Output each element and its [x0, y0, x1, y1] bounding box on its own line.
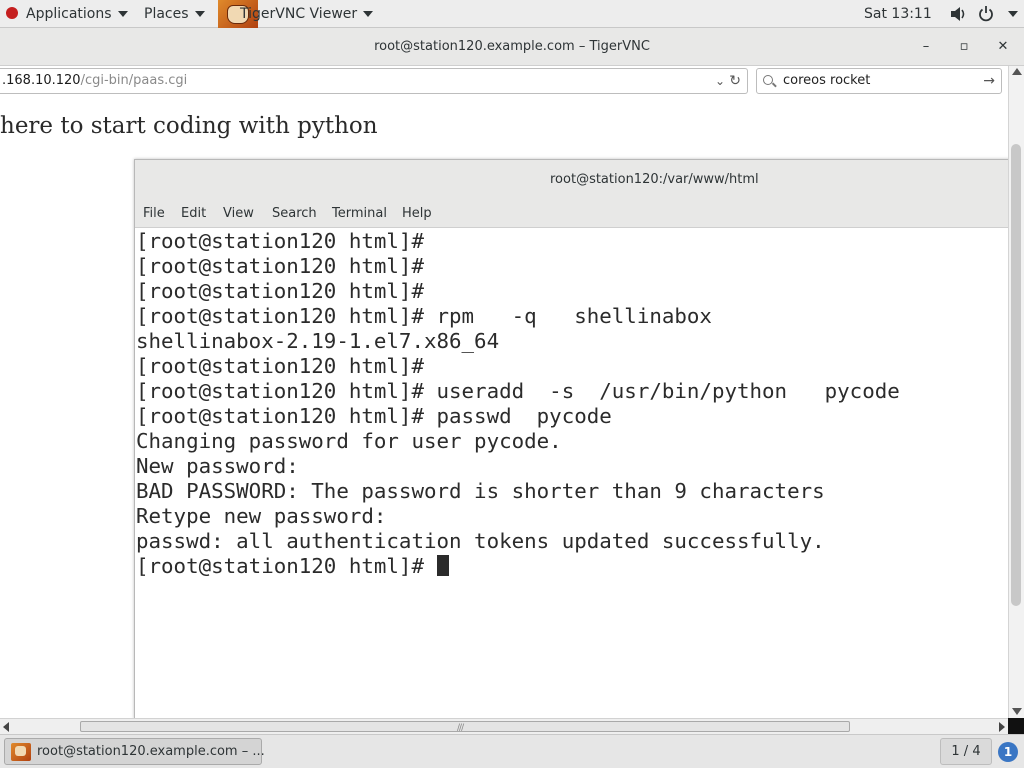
maximize-button[interactable]: ▫ [952, 28, 976, 66]
scroll-right-arrow-icon[interactable] [999, 722, 1005, 732]
chevron-down-icon[interactable]: ⌄ [715, 69, 725, 93]
url-path: /cgi-bin/paas.cgi [80, 73, 188, 88]
terminal-prompt: [root@station120 html]# [136, 554, 437, 578]
fedora-logo-icon [6, 7, 18, 19]
vertical-scrollbar[interactable] [1008, 66, 1024, 718]
tigervnc-icon [11, 743, 31, 761]
url-bar[interactable]: .168.10.120/cgi-bin/paas.cgi ⌄ ↻ [0, 68, 748, 94]
terminal-title: root@station120:/var/www/html [550, 172, 759, 187]
terminal-line: passwd: all authentication tokens update… [136, 529, 825, 553]
notification-icon[interactable]: 1 [998, 742, 1018, 762]
places-menu[interactable]: Places [144, 0, 205, 28]
terminal-output[interactable]: [root@station120 html]# [root@station120… [136, 229, 1013, 718]
search-input[interactable]: coreos rocket → [756, 68, 1002, 94]
applications-menu[interactable]: Applications [6, 0, 128, 28]
search-value: coreos rocket [783, 73, 871, 88]
menu-search[interactable]: Search [272, 200, 317, 228]
terminal-line: [root@station120 html]# [136, 354, 424, 378]
workspace-indicator[interactable]: 1 / 4 [940, 738, 992, 765]
scroll-left-arrow-icon[interactable] [3, 722, 9, 732]
terminal-menubar: File Edit View Search Terminal Help [135, 200, 1013, 228]
terminal-line: New password: [136, 454, 299, 478]
menu-view[interactable]: View [223, 200, 254, 228]
page-heading: here to start coding with python [0, 113, 378, 139]
menu-edit[interactable]: Edit [181, 200, 206, 228]
taskbar-window-label: root@station120.example.com – ... [37, 744, 265, 759]
vertical-scroll-thumb[interactable] [1011, 144, 1021, 606]
terminal-line: [root@station120 html]# passwd pycode [136, 404, 612, 428]
top-bar: Applications Places TigerVNC Viewer Sat … [0, 0, 1024, 28]
horizontal-scrollbar[interactable]: ∕∕∕ [0, 718, 1008, 734]
scrollbar-corner [1008, 718, 1024, 734]
terminal-line: [root@station120 html]# [136, 279, 424, 303]
menu-file[interactable]: File [143, 200, 165, 228]
chevron-down-icon [1008, 11, 1018, 17]
volume-icon[interactable] [950, 0, 966, 28]
system-menu-caret[interactable] [1002, 0, 1018, 28]
clock[interactable]: Sat 13:11 [864, 0, 932, 28]
taskbar-window-button[interactable]: root@station120.example.com – ... [4, 738, 265, 765]
search-icon [763, 75, 773, 85]
terminal-titlebar: root@station120:/var/www/html [135, 160, 1013, 200]
terminal-window[interactable]: root@station120:/var/www/html File Edit … [134, 159, 1014, 719]
vnc-window-title: root@station120.example.com – TigerVNC [374, 39, 650, 54]
terminal-line: [root@station120 html]# [136, 254, 424, 278]
power-icon[interactable] [978, 0, 994, 28]
chevron-down-icon [363, 11, 374, 17]
url-host: .168.10.120 [2, 73, 81, 88]
text-cursor [436, 554, 449, 576]
chevron-down-icon [117, 11, 128, 17]
terminal-prompt-line[interactable]: [root@station120 html]# [136, 554, 1013, 579]
applications-label: Applications [26, 6, 112, 22]
grip-icon: ∕∕∕ [457, 723, 464, 733]
active-app-menu[interactable]: TigerVNC Viewer [240, 0, 374, 28]
vnc-window-titlebar: root@station120.example.com – TigerVNC –… [0, 28, 1024, 66]
minimize-button[interactable]: – [914, 28, 938, 66]
menu-terminal[interactable]: Terminal [332, 200, 387, 228]
terminal-line: shellinabox-2.19-1.el7.x86_64 [136, 329, 500, 353]
terminal-line: [root@station120 html]# rpm -q shellinab… [136, 304, 712, 328]
terminal-line: [root@station120 html]# useradd -s /usr/… [136, 379, 900, 403]
arrow-right-icon[interactable]: → [983, 69, 995, 93]
bottom-taskbar: root@station120.example.com – ... 1 / 4 … [0, 734, 1024, 768]
scroll-up-arrow-icon[interactable] [1012, 68, 1022, 75]
active-app-label: TigerVNC Viewer [240, 6, 358, 22]
terminal-line: Changing password for user pycode. [136, 429, 562, 453]
horizontal-scroll-thumb[interactable]: ∕∕∕ [80, 721, 850, 733]
scroll-down-arrow-icon[interactable] [1012, 708, 1022, 715]
terminal-line: Retype new password: [136, 504, 387, 528]
menu-help[interactable]: Help [402, 200, 432, 228]
places-label: Places [144, 6, 189, 22]
reload-icon[interactable]: ↻ [729, 69, 741, 93]
terminal-line: BAD PASSWORD: The password is shorter th… [136, 479, 825, 503]
close-button[interactable]: ✕ [991, 28, 1015, 66]
terminal-line: [root@station120 html]# [136, 229, 424, 253]
chevron-down-icon [194, 11, 205, 17]
